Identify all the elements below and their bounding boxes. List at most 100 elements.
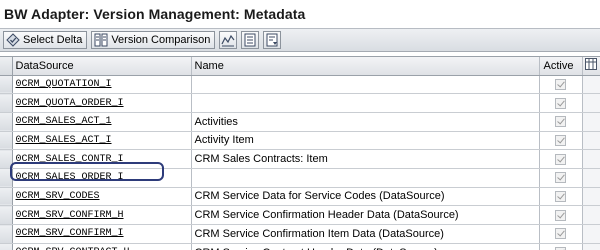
table-row[interactable]: 0CRM_QUOTA_ORDER_I: [0, 93, 600, 113]
active-cell: [539, 205, 583, 225]
active-checkbox[interactable]: [555, 153, 566, 165]
datasource-value: 0CRM_SALES_CONTR_I: [15, 153, 124, 165]
graph-tool-button[interactable]: [219, 31, 238, 49]
datasource-cell[interactable]: 0CRM_SALES_ACT_I: [12, 131, 192, 151]
name-cell: [191, 168, 540, 188]
row-selector[interactable]: [0, 149, 13, 169]
name-cell: [191, 93, 540, 113]
active-checkbox[interactable]: [555, 209, 566, 221]
row-filler-cell: [582, 149, 600, 169]
name-cell: Activities: [191, 112, 540, 132]
table-header-row: DataSource Name Active: [0, 57, 600, 76]
active-checkbox[interactable]: [555, 191, 566, 203]
table-settings-button[interactable]: [582, 57, 600, 76]
datasource-value: 0CRM_SALES_ACT_1: [15, 116, 112, 128]
name-cell: CRM Sales Contracts: Item: [191, 149, 540, 169]
active-checkbox[interactable]: [555, 135, 566, 146]
active-checkbox[interactable]: [555, 78, 566, 90]
table-settings-icon: [585, 58, 597, 71]
datasource-value: 0CRM_QUOTA_ORDER_I: [15, 97, 124, 109]
name-cell: CRM Service Confirmation Item Data (Data…: [191, 224, 540, 244]
datasource-cell[interactable]: 0CRM_QUOTA_ORDER_I: [12, 93, 192, 113]
active-checkbox[interactable]: [555, 172, 566, 184]
datasource-cell[interactable]: 0CRM_SRV_CONFIRM_I: [12, 224, 192, 244]
table-row[interactable]: 0CRM_SRV_CODES CRM Service Data for Servi…: [0, 187, 600, 207]
row-filler-cell: [582, 205, 600, 225]
datasource-value: 0CRM_SALES_ORDER_I: [15, 172, 124, 184]
row-filler-cell: [582, 168, 600, 188]
active-cell: [539, 149, 583, 169]
window-title: BW Adapter: Version Management: Metadata: [4, 6, 306, 22]
datasource-cell[interactable]: 0CRM_SALES_CONTR_I: [12, 149, 192, 169]
active-cell: [539, 75, 583, 95]
export-list-button[interactable]: [263, 31, 282, 49]
row-filler-cell: [582, 243, 600, 250]
datasource-cell[interactable]: 0CRM_QUOTATION_I: [12, 75, 192, 95]
row-filler-cell: [582, 224, 600, 244]
datasource-cell[interactable]: 0CRM_SRV_CONFIRM_H: [12, 205, 192, 225]
datasource-value: 0CRM_QUOTATION_I: [15, 78, 112, 90]
active-cell: [539, 224, 583, 244]
active-checkbox[interactable]: [555, 228, 566, 240]
version-comparison-button[interactable]: Version Comparison: [91, 31, 216, 49]
row-selector[interactable]: [0, 168, 13, 188]
active-cell: [539, 93, 583, 113]
row-filler-cell: [582, 131, 600, 151]
row-selector[interactable]: [0, 243, 13, 250]
active-cell: [539, 131, 583, 151]
column-header-datasource[interactable]: DataSource: [12, 57, 192, 76]
table-row[interactable]: 0CRM_QUOTATION_I: [0, 75, 600, 95]
datasource-value: 0CRM_SRV_CODES: [15, 190, 100, 202]
application-toolbar: Select Delta Version Comparison: [0, 28, 600, 52]
table-row[interactable]: 0CRM_SRV_CONFIRM_H CRM Service Confirmati…: [0, 205, 600, 225]
select-all-cell[interactable]: [0, 57, 13, 76]
row-selector[interactable]: [0, 112, 13, 132]
active-cell: [539, 187, 583, 207]
table-row[interactable]: 0CRM_SRV_CONFIRM_I CRM Service Confirmati…: [0, 224, 600, 244]
details-list-icon: [244, 33, 256, 47]
export-list-icon: [266, 33, 278, 47]
datasource-cell[interactable]: 0CRM_SRV_CONTRACT_H: [12, 243, 192, 250]
name-cell: CRM Service Confirmation Header Data (Da…: [191, 205, 540, 225]
name-cell: Activity Item: [191, 131, 540, 151]
table-row[interactable]: 0CRM_SALES_ACT_I Activity Item: [0, 131, 600, 151]
window-title-bar: BW Adapter: Version Management: Metadata: [0, 0, 600, 28]
row-selector[interactable]: [0, 131, 13, 151]
select-delta-icon: [6, 33, 20, 47]
row-selector[interactable]: [0, 187, 13, 207]
active-cell: [539, 243, 583, 250]
datasource-table-container: DataSource Name Active 0CRM_QUOTATION_I 0…: [0, 56, 600, 250]
row-selector[interactable]: [0, 75, 13, 95]
datasource-table: DataSource Name Active 0CRM_QUOTATION_I 0…: [0, 57, 600, 250]
datasource-value: 0CRM_SALES_ACT_I: [15, 134, 112, 146]
details-list-button[interactable]: [241, 31, 260, 49]
select-delta-button[interactable]: Select Delta: [3, 31, 88, 49]
column-header-name[interactable]: Name: [191, 57, 540, 76]
column-header-active[interactable]: Active: [539, 57, 583, 76]
datasource-cell[interactable]: 0CRM_SALES_ACT_1: [12, 112, 192, 132]
row-selector[interactable]: [0, 93, 13, 113]
datasource-value: 0CRM_SRV_CONFIRM_I: [15, 228, 124, 240]
datasource-cell[interactable]: 0CRM_SRV_CODES: [12, 187, 192, 207]
row-filler-cell: [582, 187, 600, 207]
row-filler-cell: [582, 112, 600, 132]
table-row[interactable]: 0CRM_SALES_ACT_1 Activities: [0, 112, 600, 132]
table-row[interactable]: 0CRM_SRV_CONTRACT_HCRM Service Contract …: [0, 243, 600, 250]
table-row[interactable]: 0CRM_SALES_CONTR_I CRM Sales Contracts: I…: [0, 149, 600, 169]
graph-icon: [221, 34, 235, 47]
active-checkbox[interactable]: [555, 97, 566, 109]
name-cell: CRM Service Data for Service Codes (Data…: [191, 187, 540, 207]
active-cell: [539, 168, 583, 188]
datasource-cell[interactable]: 0CRM_SALES_ORDER_I: [12, 168, 192, 188]
active-cell: [539, 112, 583, 132]
version-comparison-label: Version Comparison: [111, 34, 211, 46]
name-cell: CRM Service Contract Header Data (DataSo…: [191, 243, 540, 250]
table-row[interactable]: 0CRM_SALES_ORDER_I: [0, 168, 600, 188]
row-selector[interactable]: [0, 224, 13, 244]
row-filler-cell: [582, 93, 600, 113]
name-cell: [191, 75, 540, 95]
row-filler-cell: [582, 75, 600, 95]
active-checkbox[interactable]: [555, 116, 566, 128]
version-comparison-icon: [94, 33, 108, 47]
row-selector[interactable]: [0, 205, 13, 225]
